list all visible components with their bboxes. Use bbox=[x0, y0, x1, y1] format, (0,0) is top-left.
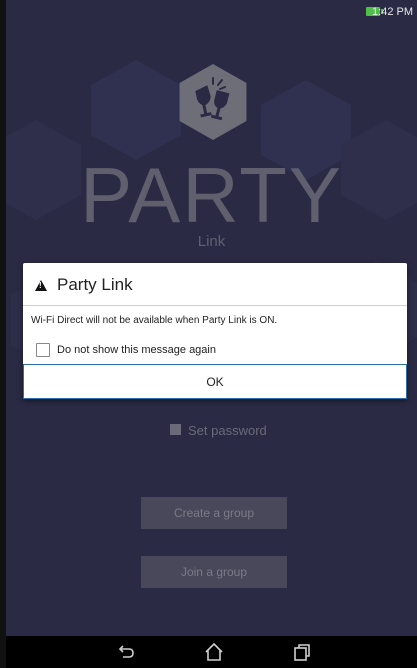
create-group-button[interactable]: Create a group bbox=[141, 497, 287, 529]
ok-button[interactable]: OK bbox=[23, 364, 407, 399]
brand-title: PARTY bbox=[80, 151, 343, 239]
app-screen: 1:42 PM PARTY Link Party Link bbox=[6, 0, 417, 668]
background-hexagon bbox=[91, 60, 181, 160]
toasting-glasses-icon bbox=[195, 77, 230, 121]
set-password-label: Set password bbox=[188, 423, 267, 438]
navigation-bar bbox=[6, 636, 417, 668]
status-bar: 1:42 PM bbox=[6, 0, 417, 24]
party-link-dialog: Party Link Wi-Fi Direct will not be avai… bbox=[23, 263, 407, 399]
dont-show-again-label: Do not show this message again bbox=[57, 344, 216, 356]
join-group-button[interactable]: Join a group bbox=[141, 556, 287, 588]
status-time: 1:42 PM bbox=[372, 6, 413, 18]
party-link-logo bbox=[179, 64, 247, 140]
home-icon[interactable] bbox=[202, 640, 226, 664]
set-password-checkbox[interactable] bbox=[170, 424, 181, 435]
brand-subtitle: Link bbox=[197, 233, 226, 250]
recents-icon[interactable] bbox=[290, 640, 314, 664]
dialog-message: Wi-Fi Direct will not be available when … bbox=[31, 315, 278, 326]
dialog-title: Party Link bbox=[57, 275, 133, 294]
warning-icon bbox=[35, 280, 47, 291]
back-icon[interactable] bbox=[114, 640, 138, 664]
dialog-divider bbox=[23, 305, 407, 306]
dont-show-again-checkbox[interactable] bbox=[36, 343, 50, 357]
